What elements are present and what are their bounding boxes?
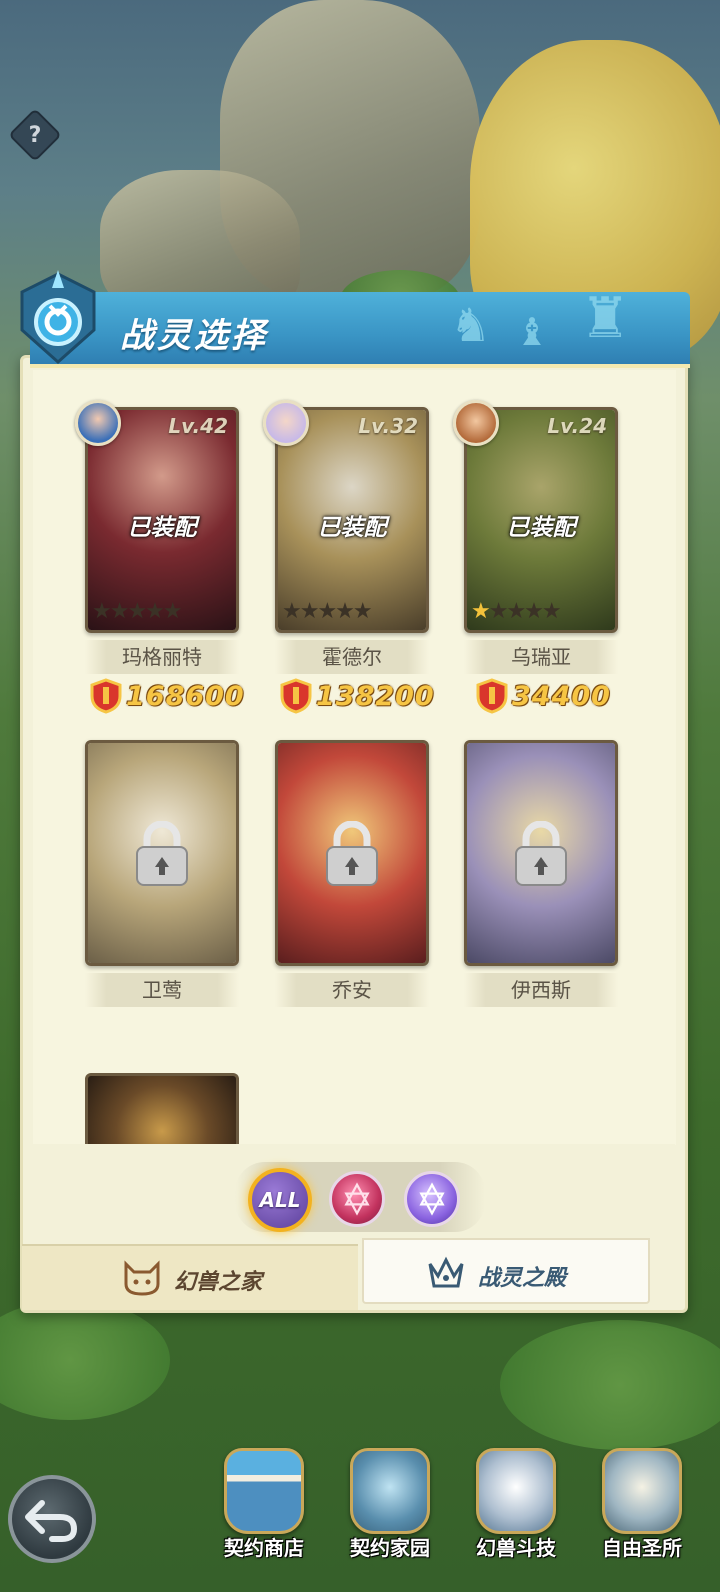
lock-icon [136,821,188,886]
dock-contract-shop[interactable]: 契约商店 [214,1448,314,1560]
equipped-status: 已装配 [127,515,197,541]
cat-face-icon [124,1260,160,1296]
hero-name: 乌瑞亚 [464,640,618,674]
back-button[interactable] [8,1475,96,1563]
sanctuary-crest-icon [602,1448,682,1534]
help-icon: ? [28,122,42,148]
hero-power: 138200 [280,676,435,716]
filter-fire-button[interactable] [329,1171,385,1227]
hero-level: Lv.42 [168,414,228,438]
lock-icon [326,821,378,886]
star-rating: ★★★★★ [471,599,562,624]
hexagram-icon [344,1182,370,1216]
dock-contract-shop-label: 契约商店 [224,1536,304,1560]
hero-level: Lv.24 [547,414,607,438]
hero-avatar [453,400,499,446]
background-bush [500,1320,720,1450]
hero-power: 168600 [90,676,245,716]
power-shield-icon [90,678,122,714]
hero-avatar [75,400,121,446]
tab-spirit-hall[interactable]: 战灵之殿 [362,1238,650,1304]
filter-all-button[interactable]: ALL [248,1168,312,1232]
background-bush [0,1300,170,1420]
hero-name: 伊西斯 [464,973,618,1007]
lock-icon [515,821,567,886]
dock-beast-arena-label: 幻兽斗技 [476,1536,556,1560]
dock-free-sanctuary[interactable]: 自由圣所 [592,1448,692,1560]
hero-name: 霍德尔 [275,640,429,674]
creature-silhouette-icon: ♞ [450,298,492,352]
equipped-status: 已装配 [506,515,576,541]
dock-contract-home-label: 契约家园 [350,1536,430,1560]
hero-emblem-icon [20,270,96,365]
power-shield-icon [476,678,508,714]
crown-icon [428,1256,464,1288]
grid-bottom-edge [30,1144,675,1156]
star-rating: ★★★★★ [92,599,183,624]
equipped-status: 已装配 [317,515,387,541]
dock-beast-arena[interactable]: 幻兽斗技 [466,1448,566,1560]
locked-hero-card[interactable] [85,740,239,966]
locked-hero-card[interactable] [464,740,618,966]
husky-badge-icon [476,1448,556,1534]
hero-name: 玛格丽特 [85,640,239,674]
power-value: 34400 [512,680,611,712]
page-title: 战灵选择 [120,316,268,356]
tab-spirit-hall-label: 战灵之殿 [478,1266,567,1291]
hero-name: 卫莺 [85,973,239,1007]
hero-name: 乔安 [275,973,429,1007]
locked-hero-card[interactable] [275,740,429,966]
hero-power: 34400 [476,676,611,716]
back-arrow-icon [25,1500,78,1542]
dock-contract-home[interactable]: 契约家园 [340,1448,440,1560]
hero-card-partial[interactable] [85,1073,239,1145]
home-frame-icon [350,1448,430,1534]
creature-silhouette-icon: ♜ [580,286,631,351]
help-button[interactable]: ? [8,108,62,162]
power-value: 168600 [126,680,245,712]
power-shield-icon [280,678,312,714]
dock-free-sanctuary-label: 自由圣所 [602,1536,682,1560]
hexagram-icon [419,1182,445,1216]
power-value: 138200 [316,680,435,712]
star-rating: ★★★★★ [282,599,373,624]
tab-beast-home-label: 幻兽之家 [174,1270,263,1295]
creature-silhouette-icon: ♝ [515,310,550,354]
shop-stall-icon [224,1448,304,1534]
tab-beast-home[interactable]: 幻兽之家 [22,1244,358,1310]
hero-level: Lv.32 [358,414,418,438]
filter-arcane-button[interactable] [404,1171,460,1227]
hero-avatar [263,400,309,446]
